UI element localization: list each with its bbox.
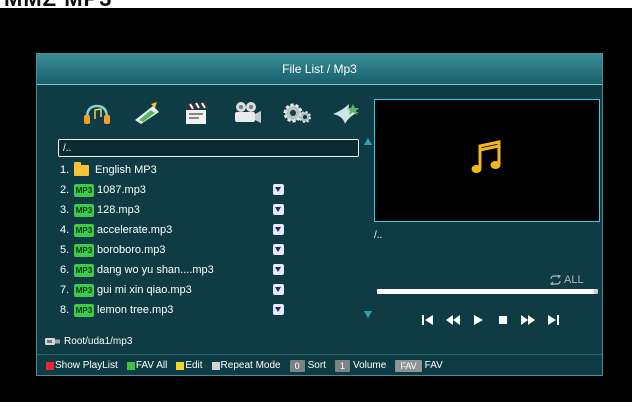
repeat-icon xyxy=(549,275,562,285)
picture-icon[interactable] xyxy=(131,100,163,126)
fav-all-label: FAV All xyxy=(135,360,168,371)
category-bar xyxy=(81,100,363,126)
white-key-icon xyxy=(211,361,220,370)
mp3-file-icon: MP3 xyxy=(74,283,94,297)
file-list: 1. English MP3 2. MP3 1087.mp3 3. MP3 12… xyxy=(60,160,290,320)
edit-hint[interactable]: Edit xyxy=(176,360,203,371)
progress-fill xyxy=(377,289,594,294)
list-item[interactable]: 4. MP3 accelerate.mp3 xyxy=(60,220,290,240)
rewind-icon[interactable] xyxy=(445,313,461,327)
item-name: gui mi xin qiao.mp3 xyxy=(97,284,192,296)
next-icon[interactable] xyxy=(545,313,561,327)
sort-label: Sort xyxy=(307,360,326,371)
item-index: 7. xyxy=(60,284,70,296)
preview-path: /.. xyxy=(374,230,383,241)
favorite-icon xyxy=(273,224,284,235)
green-key-icon xyxy=(126,361,135,370)
fast-forward-icon[interactable] xyxy=(520,313,536,327)
repeat-mode-label: Repeat Mode xyxy=(220,360,281,371)
stop-icon[interactable] xyxy=(495,313,511,327)
play-icon[interactable] xyxy=(470,313,486,327)
playback-controls xyxy=(420,313,561,327)
mp3-file-icon: MP3 xyxy=(74,243,94,257)
favorite-icon xyxy=(273,304,284,315)
item-name: dang wo yu shan....mp3 xyxy=(97,264,214,276)
item-index: 2. xyxy=(60,184,70,196)
favorite-icon xyxy=(273,244,284,255)
item-name: English MP3 xyxy=(95,164,157,176)
usb-location: Root/uda1/mp3 xyxy=(45,336,132,347)
key-0-icon: 0 xyxy=(289,359,305,372)
repeat-mode-hint[interactable]: Repeat Mode xyxy=(211,360,281,371)
mp3-file-icon: MP3 xyxy=(74,203,94,217)
item-index: 8. xyxy=(60,304,70,316)
mp3-file-icon: MP3 xyxy=(74,223,94,237)
preview-window xyxy=(374,99,600,222)
favorite-icon xyxy=(273,184,284,195)
fav-all-hint[interactable]: FAV All xyxy=(126,360,168,371)
item-name: lemon tree.mp3 xyxy=(97,304,174,316)
folder-icon xyxy=(74,161,89,176)
volume-hint[interactable]: 1 Volume xyxy=(334,359,387,372)
list-item[interactable]: 5. MP3 boroboro.mp3 xyxy=(60,240,290,260)
settings-icon[interactable] xyxy=(281,100,313,126)
playback-progress-bar[interactable] xyxy=(377,289,598,294)
list-item-folder[interactable]: 1. English MP3 xyxy=(60,160,290,180)
yellow-key-icon xyxy=(176,361,185,370)
item-index: 3. xyxy=(60,204,70,216)
edit-label: Edit xyxy=(185,360,203,371)
volume-label: Volume xyxy=(352,360,387,371)
favorite-icon xyxy=(273,264,284,275)
show-playlist-label: Show PlayList xyxy=(55,360,118,371)
scroll-up-icon[interactable] xyxy=(364,138,372,145)
scroll-down-icon[interactable] xyxy=(364,311,372,318)
favorite-icon xyxy=(273,204,284,215)
item-name: accelerate.mp3 xyxy=(97,224,173,236)
list-item[interactable]: 6. MP3 dang wo yu shan....mp3 xyxy=(60,260,290,280)
sort-hint[interactable]: 0 Sort xyxy=(289,359,326,372)
fav-key-icon: FAV xyxy=(395,359,422,372)
fav-label: FAV xyxy=(424,360,443,371)
item-index: 4. xyxy=(60,224,70,236)
item-name: boroboro.mp3 xyxy=(97,244,166,256)
key-1-icon: 1 xyxy=(334,359,350,372)
effects-icon[interactable] xyxy=(331,100,363,126)
mp3-file-icon: MP3 xyxy=(74,183,94,197)
item-name: 1087.mp3 xyxy=(97,184,146,196)
tv-screen: File List / Mp3 /.. 1. English MP3 2. MP… xyxy=(0,8,632,402)
item-index: 6. xyxy=(60,264,70,276)
repeat-mode-text: ALL xyxy=(564,274,584,286)
current-path-bar[interactable]: /.. xyxy=(58,139,359,157)
movie-icon[interactable] xyxy=(181,100,213,126)
file-list-panel: File List / Mp3 /.. 1. English MP3 2. MP… xyxy=(36,53,603,376)
repeat-mode-indicator: ALL xyxy=(549,274,584,286)
record-icon[interactable] xyxy=(231,100,263,126)
footer-hint-bar: Show PlayList FAV All Edit Repeat Mode 0… xyxy=(37,354,602,376)
favorite-icon xyxy=(273,284,284,295)
panel-header: File List / Mp3 xyxy=(37,54,602,85)
list-item[interactable]: 7. MP3 gui mi xin qiao.mp3 xyxy=(60,280,290,300)
music-note-icon xyxy=(471,140,501,173)
fav-hint[interactable]: FAV FAV xyxy=(395,359,443,372)
list-item[interactable]: 3. MP3 128.mp3 xyxy=(60,200,290,220)
usb-path-text: Root/uda1/mp3 xyxy=(64,336,133,347)
list-item[interactable]: 8. MP3 lemon tree.mp3 xyxy=(60,300,290,320)
mp3-file-icon: MP3 xyxy=(74,263,94,277)
item-index: 5. xyxy=(60,244,70,256)
item-index: 1. xyxy=(60,164,70,176)
show-playlist-hint[interactable]: Show PlayList xyxy=(46,360,118,371)
item-name: 128.mp3 xyxy=(97,204,140,216)
red-key-icon xyxy=(46,361,54,370)
music-icon[interactable] xyxy=(81,100,113,126)
list-item[interactable]: 2. MP3 1087.mp3 xyxy=(60,180,290,200)
usb-icon xyxy=(45,338,60,345)
previous-icon[interactable] xyxy=(420,313,436,327)
mp3-file-icon: MP3 xyxy=(74,303,94,317)
